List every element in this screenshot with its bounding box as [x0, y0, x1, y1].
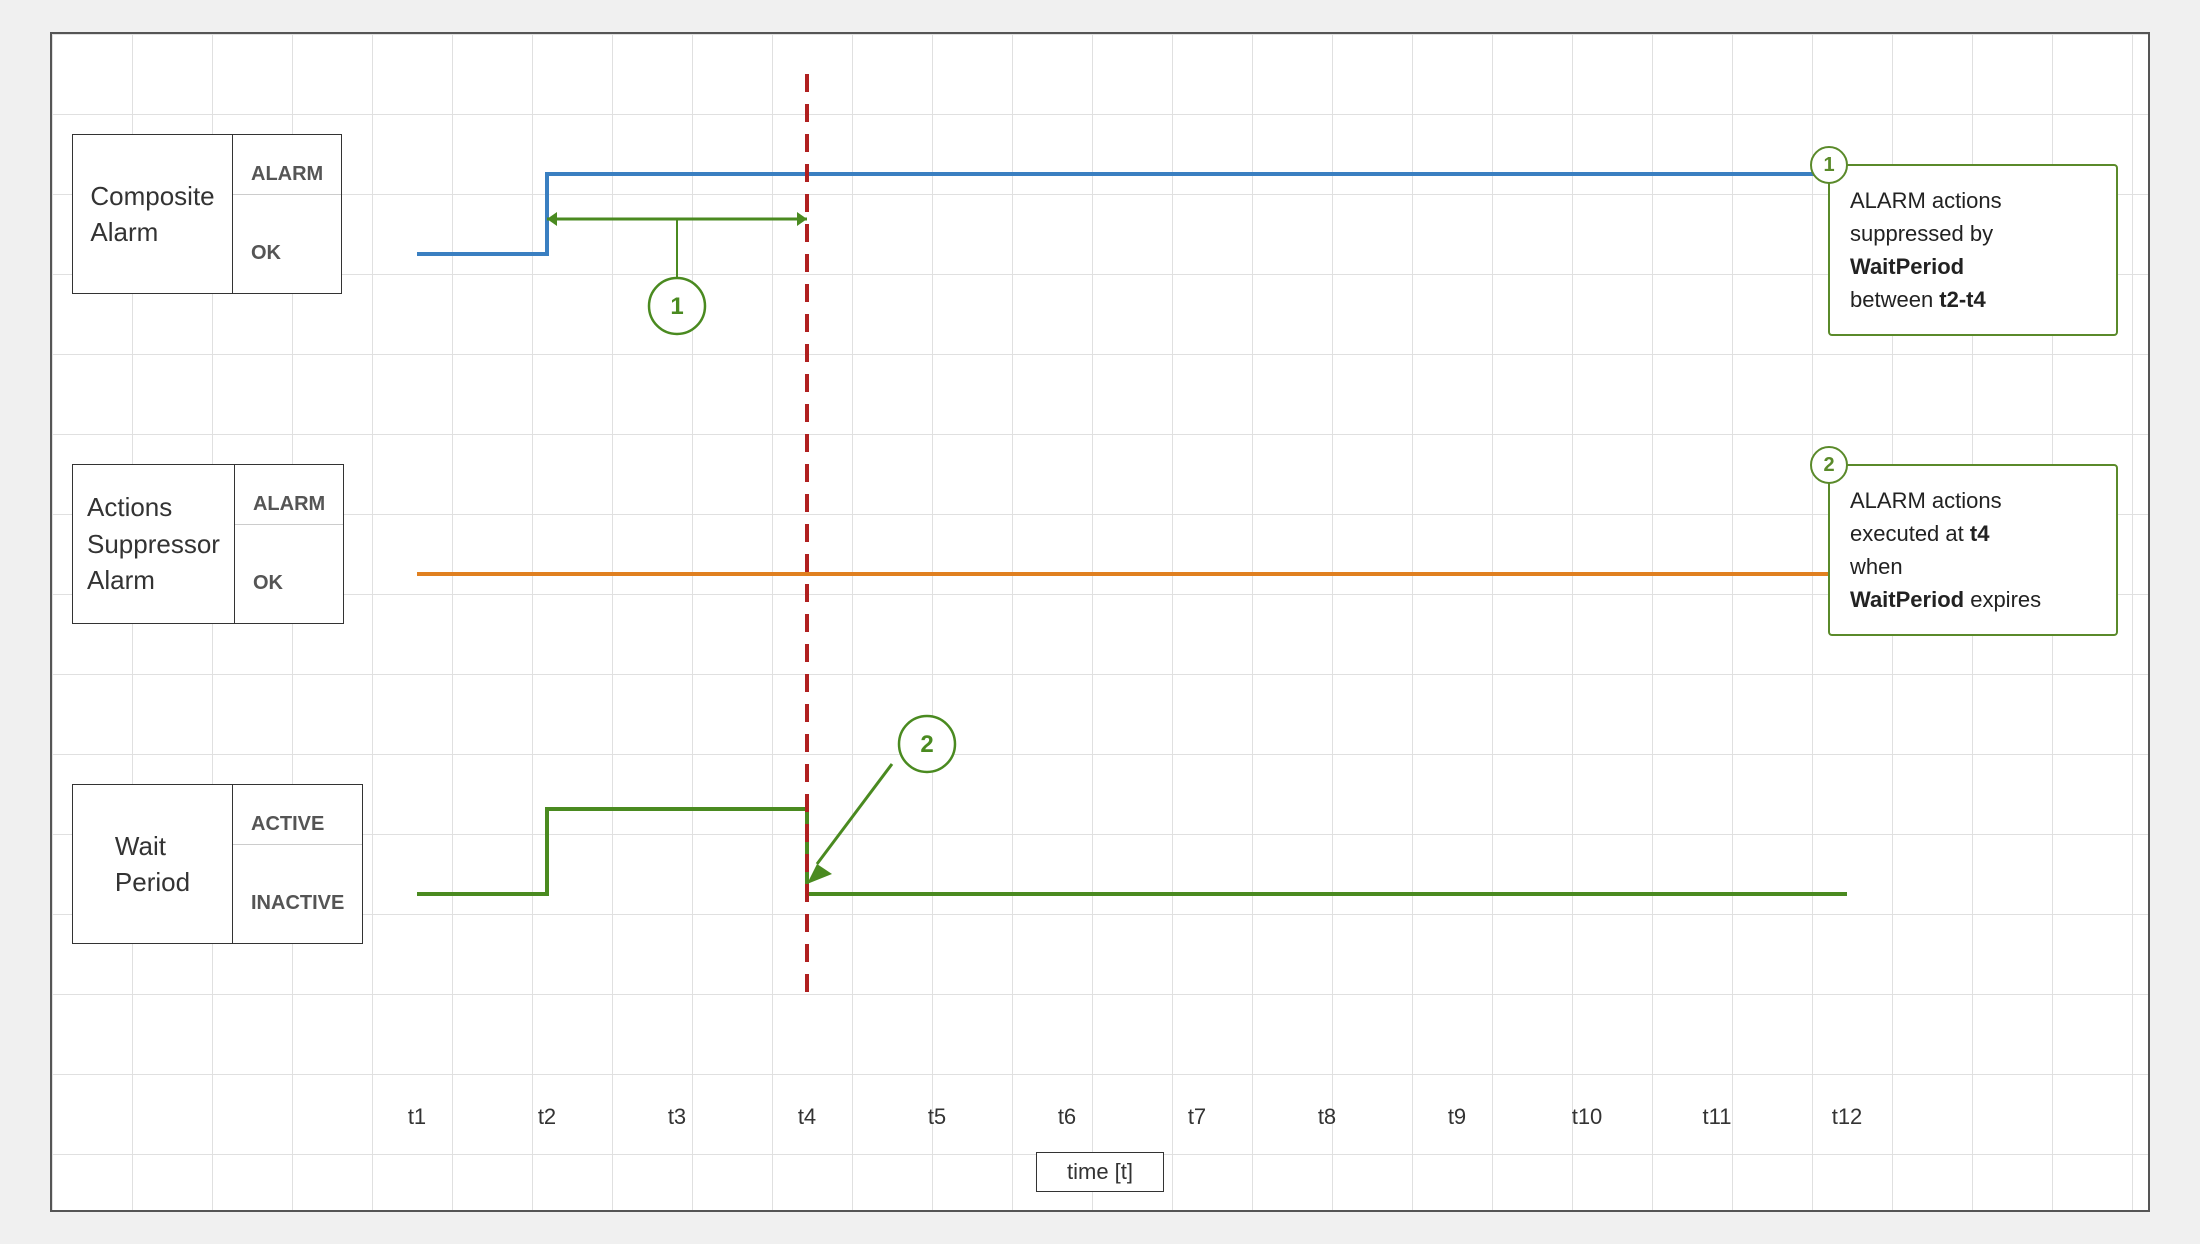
- time-label-t1: t1: [352, 1104, 482, 1130]
- actions-suppressor-state-alarm: ALARM: [235, 485, 343, 525]
- composite-alarm-state-alarm: ALARM: [233, 155, 341, 195]
- time-label-t8: t8: [1262, 1104, 1392, 1130]
- wait-period-line: [417, 809, 1847, 894]
- time-label-t4: t4: [742, 1104, 872, 1130]
- annotation-box-1: 1 ALARM actionssuppressed byWaitPeriodbe…: [1828, 164, 2118, 336]
- time-label-t11: t11: [1652, 1104, 1782, 1130]
- time-label-t12: t12: [1782, 1104, 1912, 1130]
- time-label-t6: t6: [1002, 1104, 1132, 1130]
- annotation1-circle-label: 1: [670, 293, 683, 320]
- annotation2-arrow-line: [817, 764, 892, 864]
- annotation-box-2: 2 ALARM actionsexecuted at t4whenWaitPer…: [1828, 464, 2118, 636]
- composite-alarm-line: [417, 174, 1847, 254]
- annotation2-circle-label: 2: [920, 731, 933, 758]
- time-labels-row: t1 t2 t3 t4 t5 t6 t7 t8 t9 t10 t11 t12: [352, 1104, 1932, 1130]
- composite-alarm-title: CompositeAlarm: [73, 135, 233, 293]
- actions-suppressor-title: ActionsSuppressorAlarm: [73, 465, 235, 623]
- actions-suppressor-state-ok: OK: [235, 564, 343, 603]
- annotation-1-text: ALARM actionssuppressed byWaitPeriodbetw…: [1850, 188, 2002, 312]
- diagram-container: CompositeAlarm ALARM OK ActionsSuppresso…: [50, 32, 2150, 1212]
- wait-period-box: WaitPeriod ACTIVE INACTIVE: [72, 784, 363, 944]
- annotation-2-number: 2: [1810, 446, 1848, 484]
- annotation-1-number: 1: [1810, 146, 1848, 184]
- time-axis-title: time [t]: [1036, 1152, 1164, 1192]
- chart-svg: 1 2: [352, 34, 1932, 1134]
- wait-period-states: ACTIVE INACTIVE: [233, 785, 362, 943]
- wait-period-state-active: ACTIVE: [233, 805, 362, 845]
- annotation-2-text: ALARM actionsexecuted at t4whenWaitPerio…: [1850, 488, 2041, 612]
- time-label-t5: t5: [872, 1104, 1002, 1130]
- composite-alarm-states: ALARM OK: [233, 135, 341, 293]
- composite-alarm-box: CompositeAlarm ALARM OK: [72, 134, 342, 294]
- wait-period-title: WaitPeriod: [73, 785, 233, 943]
- composite-alarm-state-ok: OK: [233, 234, 341, 273]
- time-label-t10: t10: [1522, 1104, 1652, 1130]
- time-label-t9: t9: [1392, 1104, 1522, 1130]
- annotation1-arrowhead-right: [797, 212, 807, 226]
- time-label-t7: t7: [1132, 1104, 1262, 1130]
- actions-suppressor-box: ActionsSuppressorAlarm ALARM OK: [72, 464, 344, 624]
- actions-suppressor-states: ALARM OK: [235, 465, 343, 623]
- wait-period-state-inactive: INACTIVE: [233, 884, 362, 923]
- annotation2-arrowhead: [807, 864, 832, 884]
- time-label-t3: t3: [612, 1104, 742, 1130]
- time-label-t2: t2: [482, 1104, 612, 1130]
